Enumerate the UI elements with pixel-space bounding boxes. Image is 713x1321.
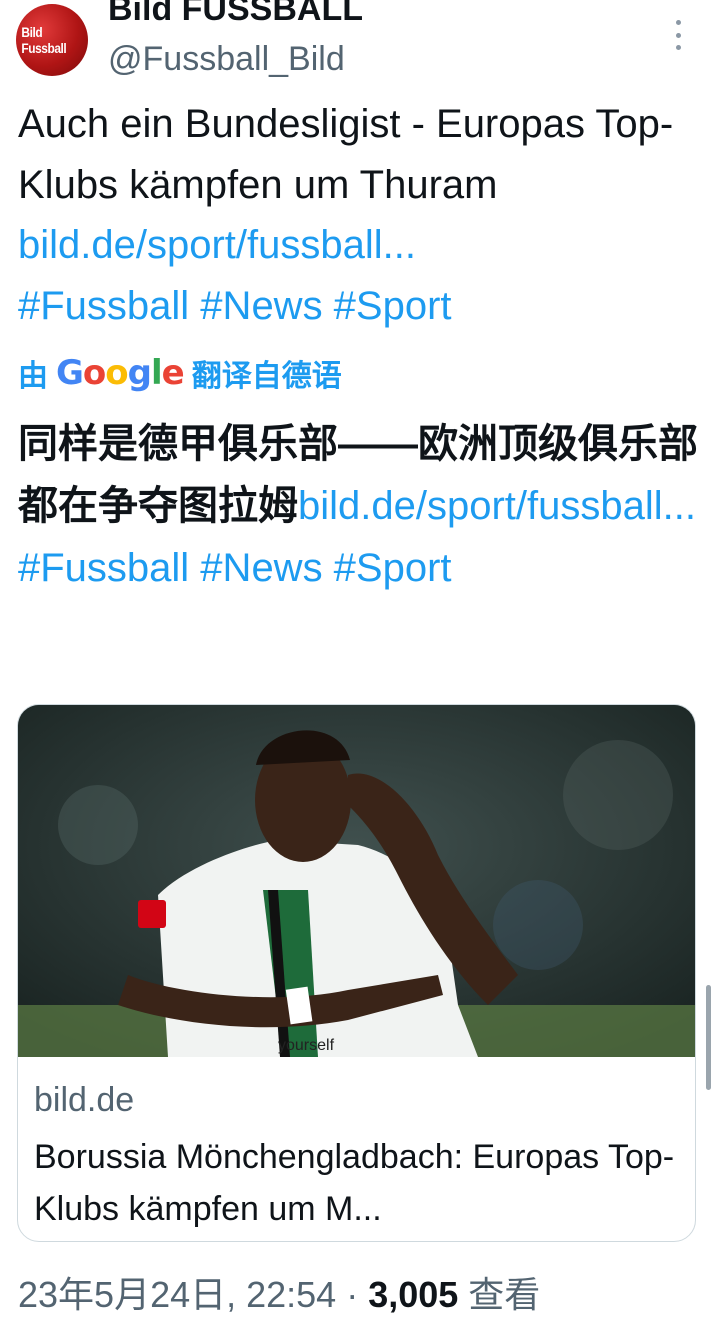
user-handle[interactable]: @Fussball_Bild <box>108 40 345 79</box>
tweet-meta: 23年5月24日, 22:54 · 3,005 查看 <box>18 1266 540 1318</box>
translation-attribution[interactable]: 由 Google 翻译自德语 <box>18 350 342 396</box>
avatar[interactable]: Bild Fussball <box>16 4 88 76</box>
link-card[interactable]: yourself bild.de Borussia Mönchengladbac… <box>17 704 696 1242</box>
tweet-text: Auch ein Bundesligist - Europas Top-Klub… <box>18 94 708 336</box>
translated-link[interactable]: bild.de/sport/fussball... <box>298 484 696 528</box>
tweet-header: Bild Fussball Bild FUSSBALL @Fussball_Bi… <box>0 0 713 90</box>
tweet-body: Auch ein Bundesligist - Europas Top-Klub… <box>18 102 674 207</box>
tweet-datetime[interactable]: 23年5月24日, 22:54 <box>18 1274 336 1315</box>
avatar-logo-text: Bild Fussball <box>21 24 67 56</box>
translation-prefix: 由 <box>18 360 48 393</box>
meta-separator: · <box>336 1274 369 1315</box>
card-domain: bild.de <box>34 1081 135 1119</box>
jersey-text: yourself <box>278 1037 335 1054</box>
more-vertical-icon[interactable] <box>668 20 688 50</box>
tweet-link[interactable]: bild.de/sport/fussball... <box>18 223 416 267</box>
google-logo: Google <box>56 353 185 393</box>
views-count: 3,005 <box>368 1274 459 1315</box>
tweet-hashtags[interactable]: #Fussball #News #Sport <box>18 284 452 328</box>
scrollbar[interactable] <box>706 985 711 1090</box>
views-label: 查看 <box>458 1274 541 1315</box>
card-image[interactable]: yourself <box>18 705 695 1057</box>
translated-text: 同样是德甲俱乐部——欧洲顶级俱乐部都在争夺图拉姆bild.de/sport/fu… <box>18 413 708 599</box>
card-title[interactable]: Borussia Mönchengladbach: Europas Top-Kl… <box>34 1131 684 1235</box>
display-name[interactable]: Bild FUSSBALL <box>108 0 363 29</box>
translated-hashtags[interactable]: #Fussball #News #Sport <box>18 546 452 590</box>
translation-suffix: 翻译自德语 <box>191 360 342 393</box>
